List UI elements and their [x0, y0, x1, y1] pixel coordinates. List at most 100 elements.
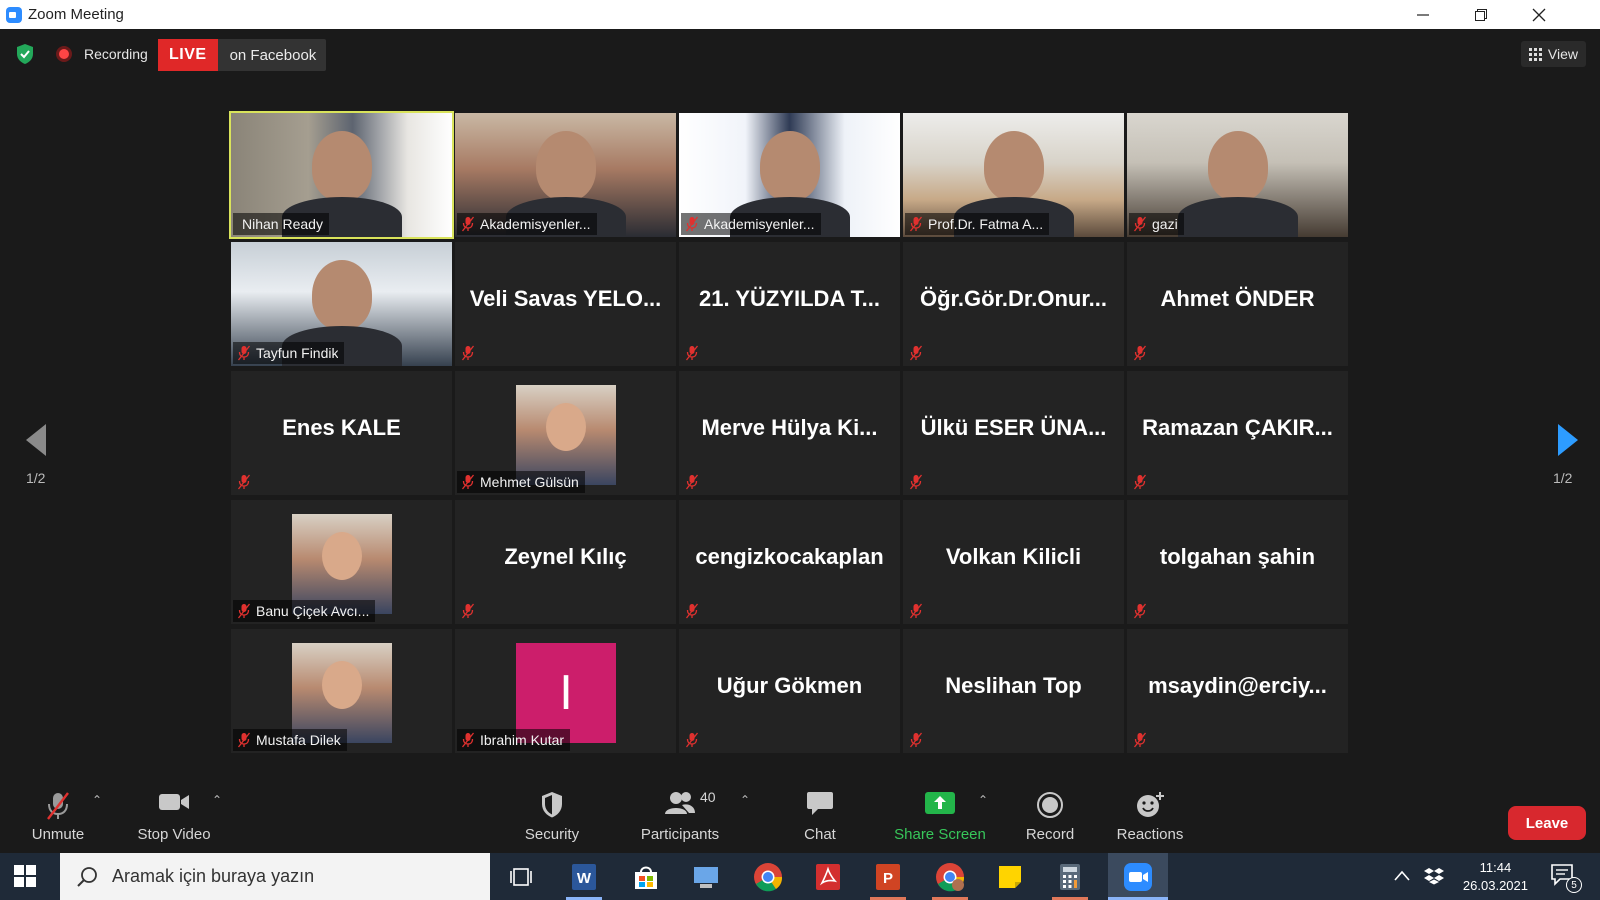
recording-label: Recording — [84, 46, 148, 62]
participant-tile[interactable]: Neslihan Top — [903, 629, 1124, 753]
show-hidden-icons-chevron-icon[interactable] — [1394, 869, 1410, 883]
profile-picture — [292, 514, 392, 614]
audio-options-caret-icon[interactable]: ⌃ — [92, 793, 102, 807]
unmute-button[interactable]: Unmute — [28, 779, 88, 849]
live-stream-indicator[interactable]: LIVE on Facebook — [158, 39, 327, 71]
participant-tile[interactable]: Ahmet ÖNDER — [1127, 242, 1348, 366]
participant-tile[interactable]: Akademisyenler... — [679, 113, 900, 237]
unmute-label: Unmute — [31, 826, 85, 843]
close-button[interactable] — [1510, 0, 1568, 29]
participants-options-caret-icon[interactable]: ⌃ — [740, 793, 750, 807]
participant-tile[interactable]: Ramazan ÇAKIR... — [1127, 371, 1348, 495]
participant-tile[interactable]: Ülkü ESER ÜNA... — [903, 371, 1124, 495]
chat-button[interactable]: Chat — [790, 779, 850, 849]
video-options-caret-icon[interactable]: ⌃ — [212, 793, 222, 807]
participant-tile[interactable]: tolgahan şahin — [1127, 500, 1348, 624]
live-target: on Facebook — [229, 46, 317, 64]
powerpoint-app-icon[interactable]: P — [872, 861, 904, 893]
participant-label — [681, 729, 705, 751]
participant-tile[interactable]: msaydin@erciy... — [1127, 629, 1348, 753]
participant-tile[interactable]: 21. YÜZYILDA T... — [679, 242, 900, 366]
chrome-profile-app-icon[interactable] — [934, 861, 966, 893]
participant-tile[interactable]: Mehmet Gülsün — [455, 371, 676, 495]
next-page-icon[interactable] — [1546, 420, 1586, 460]
person-head-shape — [983, 131, 1044, 201]
chat-bubble-icon — [807, 792, 833, 815]
participant-tile[interactable]: Zeynel Kılıç — [455, 500, 676, 624]
action-center-button[interactable]: 5 — [1550, 863, 1582, 893]
participant-tile[interactable]: gazi — [1127, 113, 1348, 237]
share-screen-button[interactable]: Share Screen — [890, 779, 990, 849]
participant-tile[interactable]: Enes KALE — [231, 371, 452, 495]
participant-name: Mustafa Dilek — [256, 732, 341, 748]
participants-count: 40 — [700, 789, 716, 805]
encryption-shield-icon[interactable] — [15, 43, 35, 65]
reactions-button[interactable]: Reactions — [1112, 779, 1188, 849]
profile-picture — [516, 385, 616, 485]
participant-tile[interactable]: Veli Savas YELO... — [455, 242, 676, 366]
recording-dot-icon — [56, 46, 72, 62]
person-head-shape — [311, 131, 372, 201]
view-button[interactable]: View — [1520, 41, 1586, 67]
record-button[interactable]: Record — [1020, 779, 1080, 849]
taskbar-search-box[interactable]: Aramak için buraya yazın — [60, 853, 490, 900]
profile-letter-avatar: I — [516, 643, 616, 743]
participant-display-name: 21. YÜZYILDA T... — [699, 286, 880, 311]
minimize-button[interactable] — [1394, 0, 1452, 29]
participants-button[interactable]: 40 Participants — [640, 779, 720, 849]
taskbar-clock[interactable]: 11:44 26.03.2021 — [1463, 859, 1528, 895]
microphone-muted-icon — [237, 345, 251, 361]
participant-display-name: tolgahan şahin — [1159, 544, 1316, 569]
leave-button[interactable]: Leave — [1508, 806, 1586, 840]
windows-start-icon[interactable] — [14, 865, 36, 887]
participant-tile[interactable]: cengizkocakaplan — [679, 500, 900, 624]
security-button[interactable]: Security — [522, 779, 582, 849]
task-view-icon[interactable] — [506, 861, 538, 893]
sticky-notes-app-icon[interactable] — [994, 861, 1026, 893]
participant-display-name: Enes KALE — [282, 415, 401, 440]
svg-text:P: P — [883, 870, 893, 887]
participant-tile[interactable]: Akademisyenler... — [455, 113, 676, 237]
dropbox-icon[interactable] — [1424, 867, 1444, 885]
computer-app-icon[interactable] — [690, 861, 722, 893]
stop-video-button[interactable]: Stop Video — [134, 779, 214, 849]
participant-tile[interactable]: Prof.Dr. Fatma A... — [903, 113, 1124, 237]
participant-display-name: cengizkocakaplan — [695, 544, 884, 569]
participant-display-name: Uğur Gökmen — [716, 673, 863, 698]
participant-label: Mehmet Gülsün — [457, 471, 585, 493]
participant-display-name: Volkan Kilicli — [945, 544, 1082, 569]
participant-display-name: Zeynel Kılıç — [504, 544, 627, 569]
stop-video-label: Stop Video — [137, 826, 211, 843]
profile-face-shape — [546, 403, 586, 451]
participant-tile[interactable]: Nihan Ready — [229, 111, 454, 239]
participant-label: Nihan Ready — [233, 213, 329, 235]
participant-tile[interactable]: Mustafa Dilek — [231, 629, 452, 753]
recording-indicator[interactable]: Recording — [48, 39, 148, 69]
participant-tile[interactable]: Volkan Kilicli — [903, 500, 1124, 624]
chrome-app-icon[interactable] — [752, 861, 784, 893]
participant-label: Akademisyenler... — [681, 213, 821, 235]
microphone-muted-icon — [461, 216, 475, 232]
participant-tile[interactable]: Uğur Gökmen — [679, 629, 900, 753]
calculator-app-icon[interactable] — [1054, 861, 1086, 893]
zoom-app-taskbar-icon[interactable] — [1122, 861, 1154, 893]
share-options-caret-icon[interactable]: ⌃ — [978, 793, 988, 807]
store-app-icon[interactable] — [630, 861, 662, 893]
close-icon — [1532, 8, 1546, 21]
participant-tile[interactable]: Tayfun Findik — [231, 242, 452, 366]
participant-display-name: Veli Savas YELO... — [469, 286, 662, 311]
participant-display-name: Öğr.Gör.Dr.Onur... — [919, 286, 1108, 311]
participant-tile[interactable]: Merve Hülya Ki... — [679, 371, 900, 495]
participant-tile[interactable]: Öğr.Gör.Dr.Onur... — [903, 242, 1124, 366]
participants-label: Participants — [640, 826, 720, 843]
acrobat-app-icon[interactable] — [812, 861, 844, 893]
previous-page-icon[interactable] — [18, 420, 58, 460]
word-app-icon[interactable]: W — [568, 861, 600, 893]
participant-tile[interactable]: I Ibrahim Kutar — [455, 629, 676, 753]
svg-text:W: W — [577, 870, 592, 887]
participant-tile[interactable]: Banu Çiçek Avcı... — [231, 500, 452, 624]
restore-button[interactable] — [1452, 0, 1510, 29]
microphone-muted-icon — [909, 732, 923, 748]
grid-icon — [1528, 47, 1542, 61]
chat-label: Chat — [804, 826, 836, 843]
